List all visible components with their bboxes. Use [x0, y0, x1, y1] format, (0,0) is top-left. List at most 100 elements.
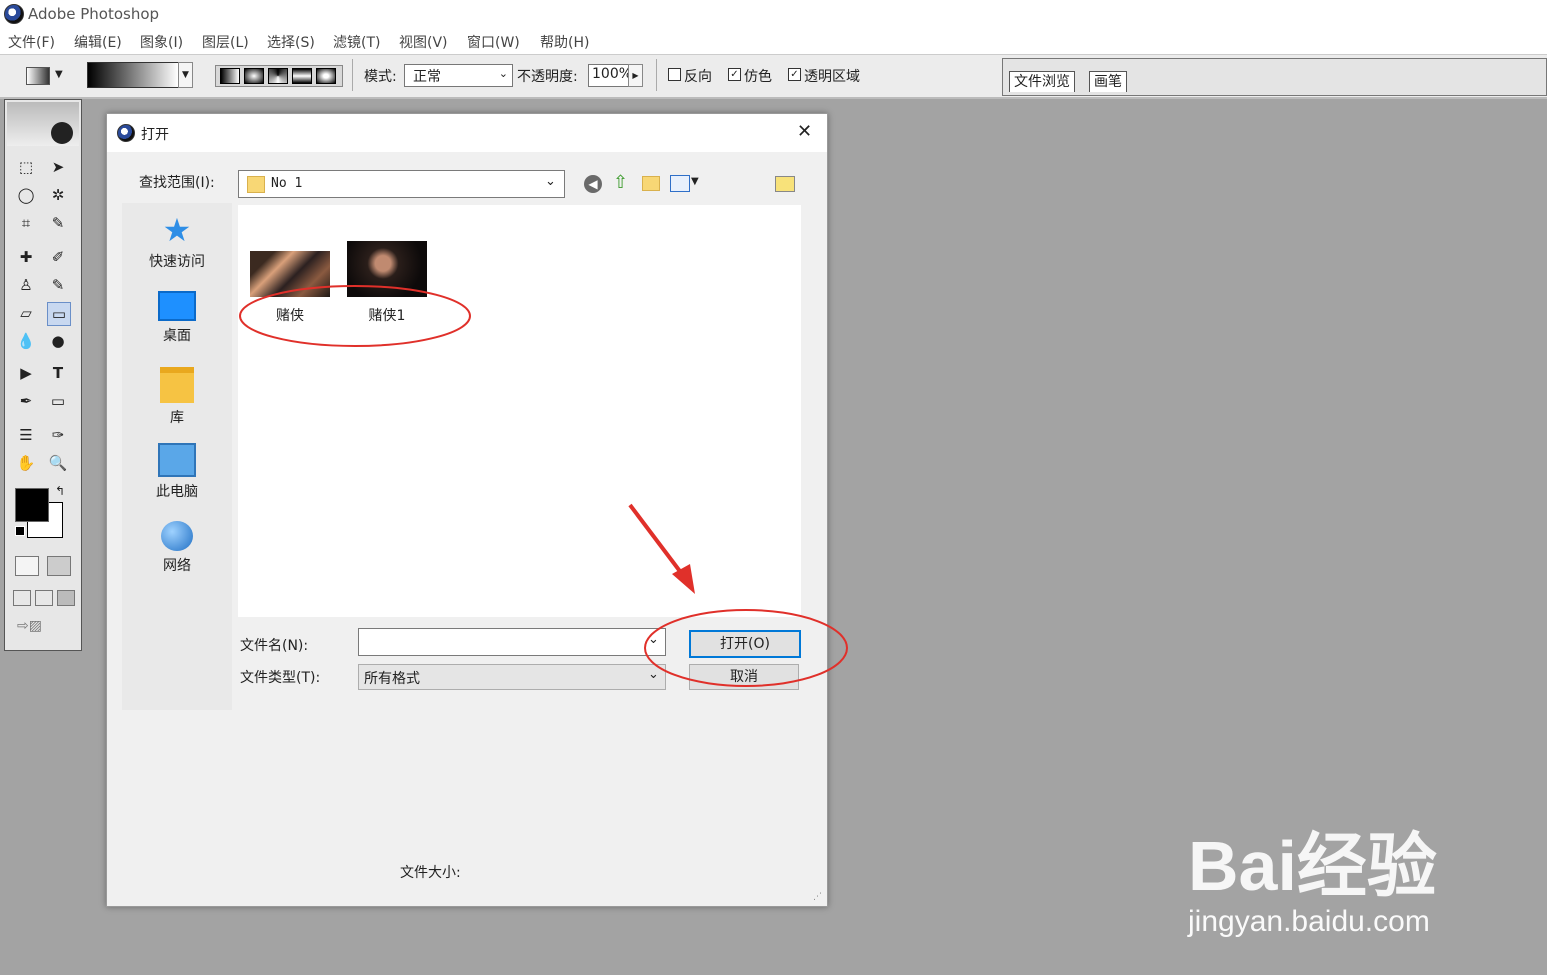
palette-well: 文件浏览 画笔 [1002, 58, 1547, 96]
dodge-tool-icon[interactable]: ● [47, 330, 69, 352]
foreground-color-swatch[interactable] [15, 488, 49, 522]
place-quick-access[interactable]: ★ 快速访问 [122, 213, 232, 271]
tab-brushes[interactable]: 画笔 [1089, 71, 1127, 92]
linear-gradient-icon[interactable] [220, 68, 240, 84]
filetype-select[interactable]: 所有格式 ⌄ [358, 664, 666, 690]
tool-preset-icon[interactable] [26, 67, 50, 85]
stamp-tool-icon[interactable]: ♙ [15, 274, 37, 296]
library-icon [160, 367, 194, 403]
resize-grip-icon[interactable]: ⋰ [813, 892, 823, 902]
mode-select[interactable]: 正常 ⌄ [404, 64, 513, 87]
radial-gradient-icon[interactable] [244, 68, 264, 84]
places-bar: ★ 快速访问 桌面 库 此电脑 网络 [122, 203, 232, 710]
place-label: 网络 [163, 558, 191, 574]
notes-tool-icon[interactable]: ☰ [15, 424, 37, 446]
lookin-label: 查找范围(I): [139, 175, 215, 191]
star-icon: ★ [162, 211, 192, 249]
hand-tool-icon[interactable]: ✋ [15, 452, 37, 474]
shape-tool-icon[interactable]: ▭ [47, 390, 69, 412]
cancel-button[interactable]: 取消 [689, 664, 799, 690]
place-this-pc[interactable]: 此电脑 [122, 443, 232, 501]
slice-tool-icon[interactable]: ✎ [47, 212, 69, 234]
close-icon[interactable]: ✕ [797, 121, 812, 142]
healing-brush-tool-icon[interactable]: ✚ [15, 246, 37, 268]
up-folder-icon[interactable]: ⇧ [613, 172, 628, 193]
baidu-watermark-url: jingyan.baidu.com [1188, 905, 1430, 938]
reverse-checkbox[interactable] [668, 68, 681, 81]
blur-tool-icon[interactable]: 💧 [15, 330, 37, 352]
brush-tool-icon[interactable]: ✐ [47, 246, 69, 268]
dialog-titlebar: 打开 ✕ [107, 114, 827, 152]
adobe-eye-logo-icon[interactable] [7, 102, 79, 146]
transparency-label: 透明区域 [804, 69, 860, 85]
gradient-picker[interactable] [87, 62, 179, 88]
file-item[interactable]: 赌侠 [249, 251, 331, 325]
file-item[interactable]: 赌侠1 [346, 241, 428, 325]
lasso-tool-icon[interactable]: ◯ [15, 184, 37, 206]
type-tool-icon[interactable]: T [47, 362, 69, 384]
back-icon[interactable]: ◀ [584, 175, 602, 193]
baidu-watermark-logo: Bai经验 [1188, 827, 1437, 905]
app-title: Adobe Photoshop [28, 5, 160, 23]
gradient-tool-icon[interactable]: ▭ [47, 302, 71, 326]
open-button[interactable]: 打开(O) [689, 630, 801, 658]
eyedropper-tool-icon[interactable]: ✑ [47, 424, 69, 446]
transparency-checkbox[interactable]: ✓ [788, 68, 801, 81]
screen-mode-standard-icon[interactable] [13, 590, 31, 606]
chevron-down-icon[interactable]: ▼ [691, 176, 699, 187]
move-tool-icon[interactable]: ➤ [47, 156, 69, 178]
place-network[interactable]: 网络 [122, 521, 232, 575]
gradient-dropdown-button[interactable]: ▼ [178, 62, 193, 88]
place-desktop[interactable]: 桌面 [122, 291, 232, 345]
diamond-gradient-icon[interactable] [316, 68, 336, 84]
file-name: 赌侠1 [368, 308, 406, 324]
screen-mode-menu-icon[interactable] [35, 590, 53, 606]
default-colors-icon[interactable] [15, 526, 25, 536]
chevron-down-icon: ⌄ [648, 632, 659, 647]
reflected-gradient-icon[interactable] [292, 68, 312, 84]
swap-colors-icon[interactable]: ↰ [55, 484, 65, 498]
lookin-select[interactable]: No 1 ⌄ [238, 170, 565, 198]
menu-layer[interactable]: 图层(L) [202, 32, 249, 52]
menu-help[interactable]: 帮助(H) [540, 32, 589, 52]
menu-filter[interactable]: 滤镜(T) [333, 32, 380, 52]
place-label: 快速访问 [149, 254, 205, 270]
jump-to-imageready-icon[interactable]: ⇨▨ [17, 618, 69, 640]
crop-tool-icon[interactable]: ⌗ [15, 212, 37, 234]
tool-palette: ⬚ ➤ ◯ ✲ ⌗ ✎ ✚ ✐ ♙ ✎ ▱ ▭ 💧 ● ▶ T ✒ ▭ ☰ ✑ … [4, 99, 82, 651]
menu-file[interactable]: 文件(F) [8, 32, 55, 52]
zoom-tool-icon[interactable]: 🔍 [47, 452, 69, 474]
filesize-label: 文件大小: [400, 865, 461, 881]
desktop-icon [158, 291, 196, 321]
quick-mask-icon[interactable] [47, 556, 71, 576]
eraser-tool-icon[interactable]: ▱ [15, 302, 37, 324]
place-libraries[interactable]: 库 [122, 367, 232, 427]
menu-view[interactable]: 视图(V) [399, 32, 448, 52]
gradient-type-group [215, 65, 343, 87]
divider [352, 59, 353, 91]
folder-icon [247, 176, 265, 193]
angle-gradient-icon[interactable] [268, 68, 288, 84]
opacity-input[interactable]: 100% [588, 64, 630, 87]
menu-select[interactable]: 选择(S) [267, 32, 315, 52]
pen-tool-icon[interactable]: ✒ [15, 390, 37, 412]
dither-checkbox[interactable]: ✓ [728, 68, 741, 81]
standard-mode-icon[interactable] [15, 556, 39, 576]
chevron-down-icon[interactable]: ▼ [55, 69, 63, 80]
folder-star-icon[interactable] [775, 176, 795, 192]
new-folder-icon[interactable] [642, 176, 660, 191]
opacity-slider-button[interactable]: ▶ [628, 64, 643, 87]
view-menu-icon[interactable] [670, 175, 690, 192]
magic-wand-tool-icon[interactable]: ✲ [47, 184, 69, 206]
marquee-tool-icon[interactable]: ⬚ [15, 156, 37, 178]
dither-label: 仿色 [744, 69, 772, 85]
lookin-value: No 1 [271, 176, 303, 191]
path-selection-tool-icon[interactable]: ▶ [15, 362, 37, 384]
tab-file-browser[interactable]: 文件浏览 [1009, 71, 1075, 92]
filename-input[interactable]: ⌄ [358, 628, 666, 656]
menu-image[interactable]: 图象(I) [140, 32, 183, 52]
screen-mode-full-icon[interactable] [57, 590, 75, 606]
menu-edit[interactable]: 编辑(E) [74, 32, 122, 52]
menu-window[interactable]: 窗口(W) [467, 32, 520, 52]
history-brush-tool-icon[interactable]: ✎ [47, 274, 69, 296]
